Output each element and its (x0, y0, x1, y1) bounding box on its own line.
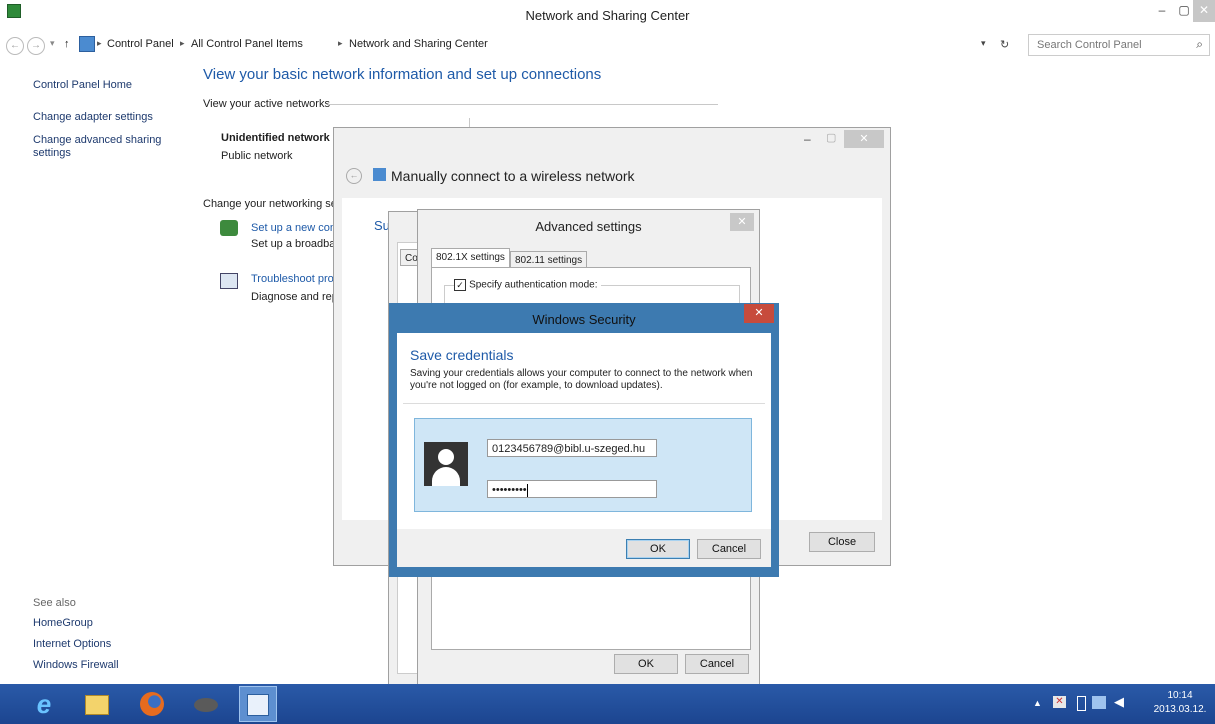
advanced-title: Advanced settings (535, 219, 642, 234)
minimize-button[interactable]: – (1149, 0, 1175, 22)
breadcrumb-all-items[interactable]: All Control Panel Items (191, 38, 303, 50)
windows-security-dialog: Windows Security ✕ Save credentials Savi… (389, 303, 779, 577)
advanced-list-area (431, 580, 751, 650)
security-title: Windows Security (532, 312, 636, 327)
search-input[interactable]: Search Control Panel (1037, 39, 1142, 51)
advanced-close-button[interactable]: ✕ (730, 213, 754, 231)
security-heading: Save credentials (410, 347, 514, 363)
credential-tile: 0123456789@bibl.u-szeged.hu ••••••••• (414, 418, 752, 512)
tab-80211[interactable]: 802.11 settings (510, 251, 588, 268)
network-name: Unidentified network (221, 132, 330, 144)
recent-dropdown-icon[interactable]: ▾ (50, 38, 55, 49)
back-button[interactable]: ← (6, 37, 24, 55)
address-dropdown-icon[interactable]: ▾ (981, 38, 986, 49)
clock-date[interactable]: 2013.03.12. (1148, 704, 1212, 715)
address-bar: ← → ▾ ↑ ▸ Control Panel ▸ All Control Pa… (0, 32, 1215, 58)
tray-overflow-icon[interactable]: ▲ (1033, 698, 1042, 708)
wizard-close-dialog-button[interactable]: Close (809, 532, 875, 552)
gimp-icon[interactable] (187, 686, 225, 722)
maximize-button[interactable]: ▢ (1175, 0, 1193, 22)
close-button[interactable]: ✕ (1193, 0, 1215, 22)
security-cancel-button[interactable]: Cancel (697, 539, 761, 559)
sidebar-item-advanced-sharing[interactable]: Change advanced sharing settings (33, 134, 173, 160)
see-also-label: See also (33, 597, 76, 609)
security-divider (403, 403, 765, 404)
wizard-title: Manually connect to a wireless network (391, 168, 635, 184)
forward-button[interactable]: → (27, 37, 45, 55)
breadcrumb-separator-icon: ▸ (338, 38, 343, 48)
search-box[interactable]: Search Control Panel ⌕ (1028, 34, 1210, 56)
sidebar-item-adapter-settings[interactable]: Change adapter settings (33, 111, 153, 123)
tab-8021x[interactable]: 802.1X settings (431, 248, 510, 267)
username-field[interactable]: 0123456789@bibl.u-szeged.hu (487, 439, 657, 457)
breadcrumb-separator-icon: ▸ (180, 38, 185, 48)
security-ok-button[interactable]: OK (626, 539, 690, 559)
see-also-internet-options[interactable]: Internet Options (33, 638, 111, 650)
troubleshoot-icon (220, 273, 238, 289)
action-center-icon[interactable]: ✕ (1053, 696, 1066, 708)
password-value: ••••••••• (492, 484, 527, 496)
firefox-icon[interactable] (133, 686, 171, 722)
see-also-homegroup[interactable]: HomeGroup (33, 617, 93, 629)
window-title: Network and Sharing Center (525, 8, 690, 23)
title-bar: Network and Sharing Center – ▢ ✕ (0, 0, 1215, 32)
sidebar-control-panel-home[interactable]: Control Panel Home (33, 79, 132, 91)
file-explorer-icon[interactable] (78, 686, 116, 722)
task-troubleshoot[interactable]: Troubleshoot pro (251, 273, 334, 285)
specify-auth-label: Specify authentication mode: (469, 279, 598, 291)
network-type: Public network (221, 150, 293, 162)
search-icon[interactable]: ⌕ (1196, 37, 1203, 52)
wizard-close-button[interactable]: ✕ (844, 130, 884, 148)
breadcrumb-control-panel[interactable]: Control Panel (107, 38, 174, 50)
control-panel-icon (79, 36, 95, 52)
text-cursor (526, 483, 528, 497)
active-networks-label: View your active networks (203, 98, 330, 110)
credentials-list-box (432, 578, 750, 579)
wireless-icon (373, 168, 386, 181)
task-setup-desc: Set up a broadbar (251, 238, 340, 250)
see-also-windows-firewall[interactable]: Windows Firewall (33, 659, 119, 671)
section-divider (328, 104, 718, 105)
change-settings-label: Change your networking se (203, 198, 337, 210)
breadcrumb-separator-icon: ▸ (97, 38, 102, 48)
refresh-icon[interactable]: ↻ (1000, 38, 1009, 51)
checkbox-checked-icon[interactable]: ✓ (454, 279, 466, 292)
task-setup-connection[interactable]: Set up a new con (251, 222, 336, 234)
advanced-ok-button[interactable]: OK (614, 654, 678, 674)
page-heading: View your basic network information and … (203, 66, 602, 83)
breadcrumb-network-center[interactable]: Network and Sharing Center (349, 38, 488, 50)
security-close-button[interactable]: ✕ (744, 304, 774, 323)
network-tray-icon[interactable] (1092, 696, 1106, 709)
user-avatar-icon (424, 442, 468, 486)
security-message: Saving your credentials allows your comp… (410, 368, 753, 391)
security-content: Save credentials Saving your credentials… (397, 333, 771, 529)
wizard-back-icon[interactable]: ← (346, 168, 362, 184)
clock-time[interactable]: 10:14 (1160, 690, 1200, 701)
security-body: Save credentials Saving your credentials… (397, 333, 771, 567)
new-connection-icon (220, 220, 238, 236)
internet-explorer-icon[interactable]: e (25, 686, 63, 722)
volume-icon[interactable]: ◀ (1114, 694, 1124, 710)
task-troubleshoot-desc: Diagnose and rep (251, 291, 338, 303)
control-panel-taskbar-icon[interactable] (239, 686, 277, 722)
wizard-maximize-button[interactable]: ▢ (826, 131, 836, 144)
up-arrow-icon[interactable]: ↑ (64, 38, 70, 50)
taskbar: e ▲ ✕ ◀ 10:14 2013.03.12. (0, 684, 1215, 724)
wizard-minimize-button[interactable]: – (804, 132, 811, 146)
battery-icon[interactable] (1077, 696, 1086, 711)
password-field[interactable]: ••••••••• (487, 480, 657, 498)
advanced-cancel-button[interactable]: Cancel (685, 654, 749, 674)
specify-auth-checkbox[interactable]: ✓ Specify authentication mode: (454, 279, 602, 292)
